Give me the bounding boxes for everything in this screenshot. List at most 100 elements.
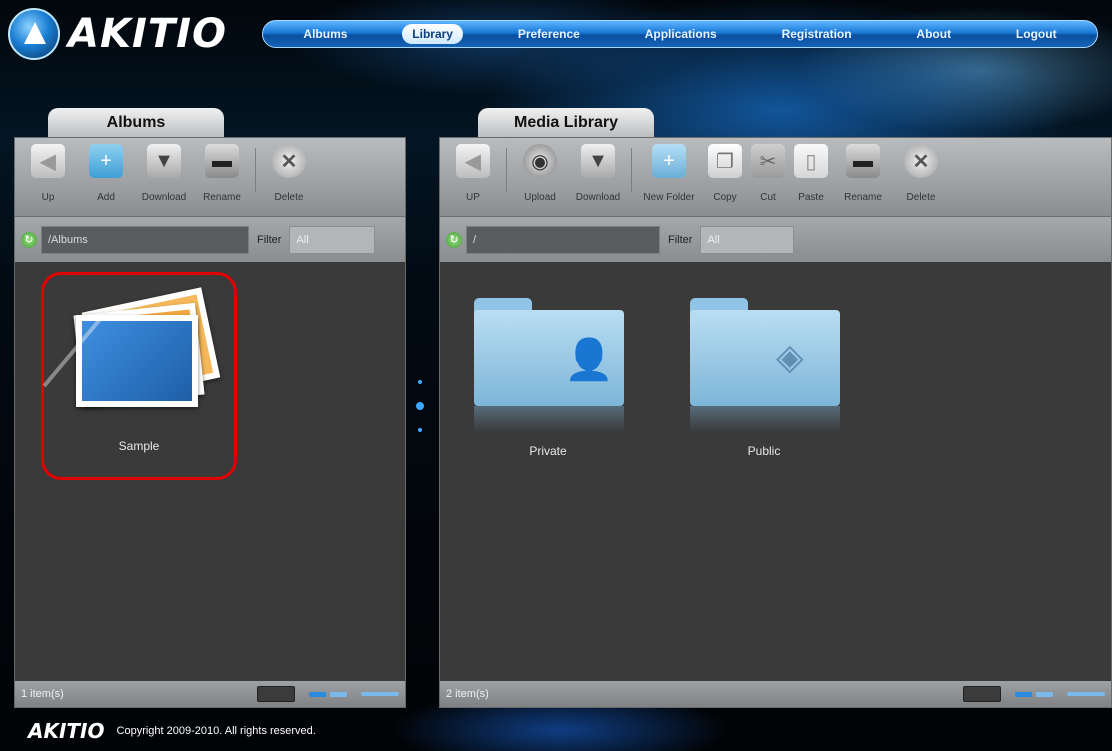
scissors-icon: ✂	[751, 144, 785, 178]
albums-panel: ◀ Up + Add ▼ Download ▬ Rename ✕ Delete …	[14, 137, 406, 708]
albums-up-button[interactable]: ◀ Up	[19, 144, 77, 203]
toolbar-separator	[506, 148, 507, 192]
library-cut-button[interactable]: ✂ Cut	[748, 144, 788, 203]
library-filterbar: ↻ Filter	[440, 216, 1111, 262]
albums-up-label: Up	[41, 192, 55, 203]
copyright-text: Copyright 2009-2010. All rights reserved…	[116, 725, 316, 737]
main-nav: Albums Library Preference Applications R…	[262, 20, 1098, 48]
panel-divider[interactable]	[416, 380, 424, 440]
list-view-icon[interactable]	[309, 691, 347, 697]
nav-registration[interactable]: Registration	[772, 24, 862, 44]
library-paste-label: Paste	[798, 192, 824, 203]
grid-view-icon[interactable]	[257, 686, 295, 702]
refresh-icon[interactable]: ↻	[446, 231, 462, 248]
copy-icon: ❐	[708, 144, 742, 178]
download-icon: ▼	[581, 144, 615, 178]
library-download-label: Download	[575, 192, 621, 203]
library-rename-label: Rename	[844, 192, 882, 203]
albums-filter-input[interactable]	[289, 225, 376, 254]
albums-filter-label: Filter	[257, 233, 282, 246]
albums-panel-tab[interactable]: Albums	[48, 108, 224, 138]
albums-add-button[interactable]: + Add	[77, 144, 135, 203]
library-download-button[interactable]: ▼ Download	[569, 144, 627, 203]
download-icon: ▼	[147, 144, 181, 178]
library-filter-input[interactable]	[700, 225, 795, 254]
albums-toolbar: ◀ Up + Add ▼ Download ▬ Rename ✕ Delete	[15, 138, 405, 216]
nav-preference[interactable]: Preference	[508, 24, 590, 44]
albums-rename-button[interactable]: ▬ Rename	[193, 144, 251, 203]
library-statusbar: 2 item(s)	[440, 681, 1111, 707]
library-rename-button[interactable]: ▬ Rename	[834, 144, 892, 203]
library-view-switcher	[963, 686, 1105, 702]
toolbar-separator	[255, 148, 256, 192]
folder-private[interactable]: 👤 Private	[468, 284, 628, 458]
folder-icon	[690, 310, 840, 406]
detail-view-icon[interactable]	[1067, 692, 1105, 696]
library-upload-button[interactable]: ◉ Upload	[511, 144, 569, 203]
new-folder-icon: +	[652, 144, 686, 178]
akitio-logo: AKITIO	[8, 6, 227, 62]
library-filter-label: Filter	[668, 233, 693, 246]
library-paste-button[interactable]: ▯ Paste	[788, 144, 834, 203]
delete-icon: ✕	[272, 144, 306, 178]
detail-view-icon[interactable]	[361, 692, 399, 696]
albums-rename-label: Rename	[203, 192, 241, 203]
photo-stack-icon	[66, 287, 221, 415]
library-copy-label: Copy	[713, 192, 737, 203]
album-item-sample[interactable]: Sample	[41, 272, 237, 480]
library-item-count: 2 item(s)	[446, 688, 489, 700]
toolbar-separator	[631, 148, 632, 192]
refresh-icon[interactable]: ↻	[21, 231, 37, 248]
library-upload-label: Upload	[524, 192, 556, 203]
library-path-input[interactable]	[466, 225, 660, 254]
albums-item-count: 1 item(s)	[21, 688, 64, 700]
folder-public[interactable]: ◈ Public	[684, 284, 844, 458]
albums-download-label: Download	[141, 192, 187, 203]
albums-statusbar: 1 item(s)	[15, 681, 405, 707]
folder-label: Private	[529, 444, 567, 458]
library-up-label: UP	[466, 192, 480, 203]
library-up-button[interactable]: ◀ UP	[444, 144, 502, 203]
arrow-left-icon: ◀	[31, 144, 65, 178]
library-copy-button[interactable]: ❐ Copy	[702, 144, 748, 203]
delete-icon: ✕	[904, 144, 938, 178]
library-content: 👤 Private ◈ Public	[440, 262, 1111, 681]
user-silhouette-icon: 👤	[564, 338, 614, 382]
nav-albums[interactable]: Albums	[293, 24, 357, 44]
albums-download-button[interactable]: ▼ Download	[135, 144, 193, 203]
library-cut-label: Cut	[760, 192, 776, 203]
nav-library[interactable]: Library	[402, 24, 463, 44]
library-new-folder-label: New Folder	[643, 192, 695, 203]
grid-view-icon[interactable]	[963, 686, 1001, 702]
media-library-panel: ◀ UP ◉ Upload ▼ Download + New Folder ❐ …	[439, 137, 1112, 708]
albums-add-label: Add	[97, 192, 115, 203]
akitio-logo-icon	[8, 8, 60, 60]
brand-name: AKITIO	[68, 11, 228, 57]
library-delete-button[interactable]: ✕ Delete	[892, 144, 950, 203]
library-delete-label: Delete	[906, 192, 936, 203]
list-view-icon[interactable]	[1015, 691, 1053, 697]
upload-globe-icon: ◉	[523, 144, 557, 178]
albums-filterbar: ↻ Filter	[15, 216, 405, 262]
albums-content: Sample	[15, 262, 405, 681]
nav-about[interactable]: About	[906, 24, 961, 44]
library-toolbar: ◀ UP ◉ Upload ▼ Download + New Folder ❐ …	[440, 138, 1111, 216]
library-new-folder-button[interactable]: + New Folder	[636, 144, 702, 203]
pedestrian-sign-icon: ◈	[776, 336, 804, 377]
footer-logo: AKITIO	[28, 719, 105, 743]
nav-applications[interactable]: Applications	[635, 24, 727, 44]
arrow-left-icon: ◀	[456, 144, 490, 178]
nav-logout[interactable]: Logout	[1006, 24, 1067, 44]
album-label: Sample	[118, 439, 160, 453]
folder-label: Public	[747, 444, 781, 458]
rename-icon: ▬	[846, 144, 880, 178]
media-library-panel-tab[interactable]: Media Library	[478, 108, 654, 138]
albums-delete-button[interactable]: ✕ Delete	[260, 144, 318, 203]
albums-path-input[interactable]	[41, 225, 249, 254]
albums-view-switcher	[257, 686, 399, 702]
add-folder-icon: +	[89, 144, 123, 178]
footer: AKITIO Copyright 2009-2010. All rights r…	[28, 716, 316, 746]
albums-delete-label: Delete	[274, 192, 304, 203]
paste-icon: ▯	[794, 144, 828, 178]
rename-icon: ▬	[205, 144, 239, 178]
